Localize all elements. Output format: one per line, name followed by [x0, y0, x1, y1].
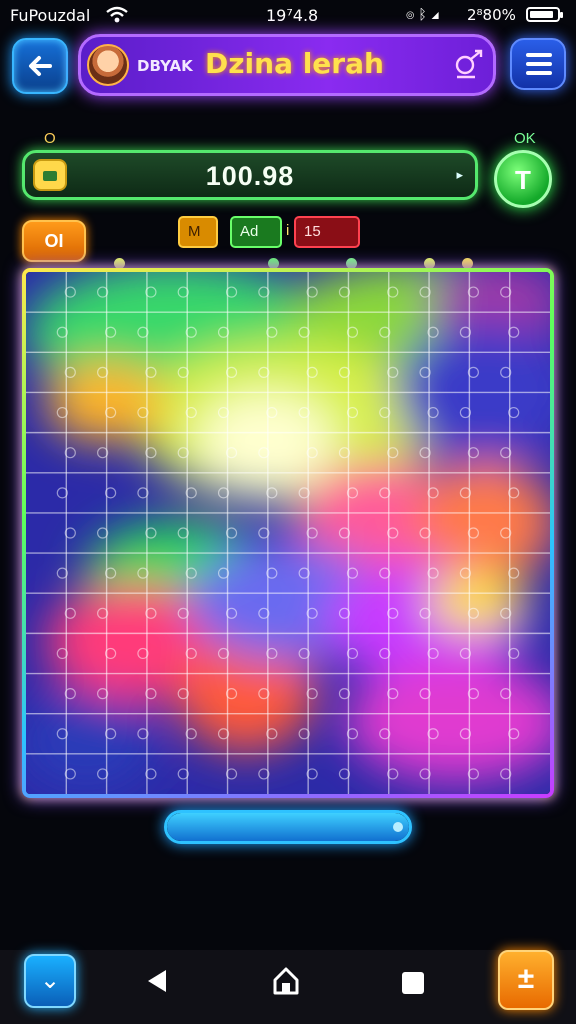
tab-n[interactable]: 15: [294, 216, 360, 248]
add-button[interactable]: ±: [498, 950, 554, 1010]
level-label: OI: [44, 231, 64, 251]
puzzle-grid: [26, 272, 550, 794]
header-subtitle: DBYAK: [137, 57, 193, 75]
home-icon[interactable]: [272, 966, 300, 996]
plus-icon: ±: [517, 962, 535, 995]
score-value: 100.98: [205, 161, 295, 191]
chevron-down-icon: ⌄: [39, 967, 61, 994]
action-round-button[interactable]: T: [494, 150, 552, 208]
tab-a[interactable]: Ad: [230, 216, 282, 248]
progress-bar: [164, 810, 412, 844]
alarm-icon: ◎: [406, 6, 419, 22]
menu-button[interactable]: [510, 38, 566, 90]
carrier-label: FuPouzdal: [10, 6, 91, 25]
score-bar: 100.98 ▸: [22, 150, 478, 200]
title-bar: DBYAK Dzina lerah: [78, 34, 496, 96]
collapse-button[interactable]: ⌄: [24, 954, 76, 1008]
puzzle-board[interactable]: [22, 268, 554, 798]
bluetooth-icon: ᛒ: [418, 6, 431, 22]
edit-pin-icon[interactable]: [451, 49, 485, 81]
status-time: 19⁷4.8: [266, 6, 319, 25]
progress-knob: [393, 822, 403, 832]
progress-fill: [167, 813, 409, 841]
battery-icon: [526, 7, 563, 22]
wifi-icon: [106, 6, 128, 23]
back-arrow-icon: [29, 56, 52, 76]
back-button[interactable]: [12, 38, 68, 94]
tab-separator: i: [286, 222, 290, 239]
level-badge[interactable]: OI: [22, 220, 86, 262]
page-title: Dzina lerah: [205, 47, 384, 80]
chevron-right-icon: ▸: [456, 167, 463, 182]
signal-icon: ◢: [430, 6, 444, 22]
status-icons: ◎ᛒ◢: [406, 6, 443, 22]
battery-fill: [530, 11, 554, 18]
status-bar: FuPouzdal 19⁷4.8 ◎ᛒ◢ 2⁸80%: [0, 0, 576, 32]
avatar[interactable]: [87, 44, 129, 86]
recent-square-icon[interactable]: [402, 972, 424, 994]
back-triangle-icon[interactable]: [148, 970, 166, 992]
score-left-label: O: [44, 130, 56, 147]
action-label: T: [515, 165, 531, 195]
battery-percent: 2⁸80%: [467, 6, 516, 24]
tab-m[interactable]: M: [178, 216, 218, 248]
score-right-label: OK: [514, 130, 536, 147]
